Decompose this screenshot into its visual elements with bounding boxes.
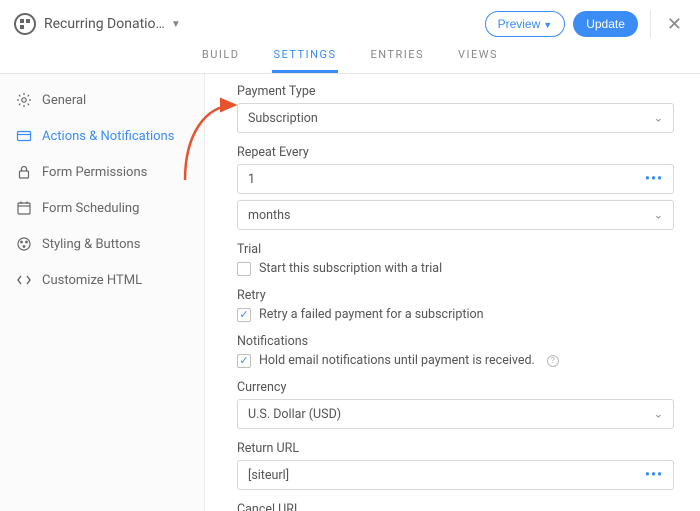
return-url-label: Return URL xyxy=(237,441,674,456)
preview-button[interactable]: Preview▼ xyxy=(485,11,566,37)
trial-text: Start this subscription with a trial xyxy=(259,261,442,276)
sidebar-item-label: Styling & Buttons xyxy=(42,237,140,252)
currency-label: Currency xyxy=(237,380,674,395)
repeat-value-input[interactable]: 1 ••• xyxy=(237,164,674,194)
more-options-icon[interactable]: ••• xyxy=(645,171,663,187)
tab-entries[interactable]: ENTRIES xyxy=(368,40,426,73)
return-url-value: [siteurl] xyxy=(248,468,289,483)
card-icon xyxy=(16,128,32,144)
calendar-icon xyxy=(16,200,32,216)
repeat-every-label: Repeat Every xyxy=(237,145,674,160)
preview-label: Preview xyxy=(498,17,541,31)
sidebar-item-actions-notifications[interactable]: Actions & Notifications xyxy=(0,118,204,154)
settings-content: Payment Type Subscription ⌄ Repeat Every… xyxy=(205,74,700,511)
sidebar-item-general[interactable]: General xyxy=(0,82,204,118)
sidebar-item-form-permissions[interactable]: Form Permissions xyxy=(0,154,204,190)
notifications-checkbox[interactable] xyxy=(237,354,251,368)
sidebar-item-label: Form Permissions xyxy=(42,165,147,180)
caret-down-icon: ▼ xyxy=(543,20,552,30)
tab-views[interactable]: VIEWS xyxy=(456,40,500,73)
tab-build[interactable]: BUILD xyxy=(200,40,242,73)
chevron-down-icon: ⌄ xyxy=(654,112,663,125)
sidebar-item-customize-html[interactable]: Customize HTML xyxy=(0,262,204,298)
currency-value: U.S. Dollar (USD) xyxy=(248,407,341,422)
more-options-icon[interactable]: ••• xyxy=(645,467,663,483)
sidebar-item-label: Customize HTML xyxy=(42,273,142,288)
close-icon[interactable]: ✕ xyxy=(663,14,686,35)
update-button[interactable]: Update xyxy=(573,11,638,37)
tab-settings[interactable]: SETTINGS xyxy=(272,40,339,73)
payment-type-label: Payment Type xyxy=(237,84,674,99)
chevron-down-icon: ⌄ xyxy=(654,209,663,222)
sidebar-item-styling-buttons[interactable]: Styling & Buttons xyxy=(0,226,204,262)
gear-icon xyxy=(16,92,32,108)
repeat-value: 1 xyxy=(248,172,255,187)
app-logo xyxy=(14,13,36,35)
return-url-input[interactable]: [siteurl] ••• xyxy=(237,460,674,490)
settings-sidebar: General Actions & Notifications Form Per… xyxy=(0,74,205,511)
repeat-unit-select[interactable]: months ⌄ xyxy=(237,200,674,230)
payment-type-select[interactable]: Subscription ⌄ xyxy=(237,103,674,133)
sidebar-item-label: General xyxy=(42,93,86,108)
retry-text: Retry a failed payment for a subscriptio… xyxy=(259,307,484,322)
sidebar-item-form-scheduling[interactable]: Form Scheduling xyxy=(0,190,204,226)
cancel-url-label: Cancel URL xyxy=(237,502,674,511)
repeat-unit-value: months xyxy=(248,208,290,223)
currency-select[interactable]: U.S. Dollar (USD) ⌄ xyxy=(237,399,674,429)
sidebar-item-label: Form Scheduling xyxy=(42,201,139,216)
payment-type-value: Subscription xyxy=(248,111,318,126)
trial-label: Trial xyxy=(237,242,674,257)
palette-icon xyxy=(16,236,32,252)
trial-checkbox[interactable] xyxy=(237,262,251,276)
help-icon[interactable]: ? xyxy=(547,355,559,367)
notifications-label: Notifications xyxy=(237,334,674,349)
form-title[interactable]: Recurring Donatio… xyxy=(44,16,165,32)
notifications-text: Hold email notifications until payment i… xyxy=(259,353,535,368)
divider xyxy=(650,10,651,38)
title-dropdown-caret[interactable]: ▼ xyxy=(171,19,181,30)
retry-checkbox[interactable] xyxy=(237,308,251,322)
retry-label: Retry xyxy=(237,288,674,303)
sidebar-item-label: Actions & Notifications xyxy=(42,129,174,144)
chevron-down-icon: ⌄ xyxy=(654,408,663,421)
code-icon xyxy=(16,272,32,288)
lock-icon xyxy=(16,164,32,180)
